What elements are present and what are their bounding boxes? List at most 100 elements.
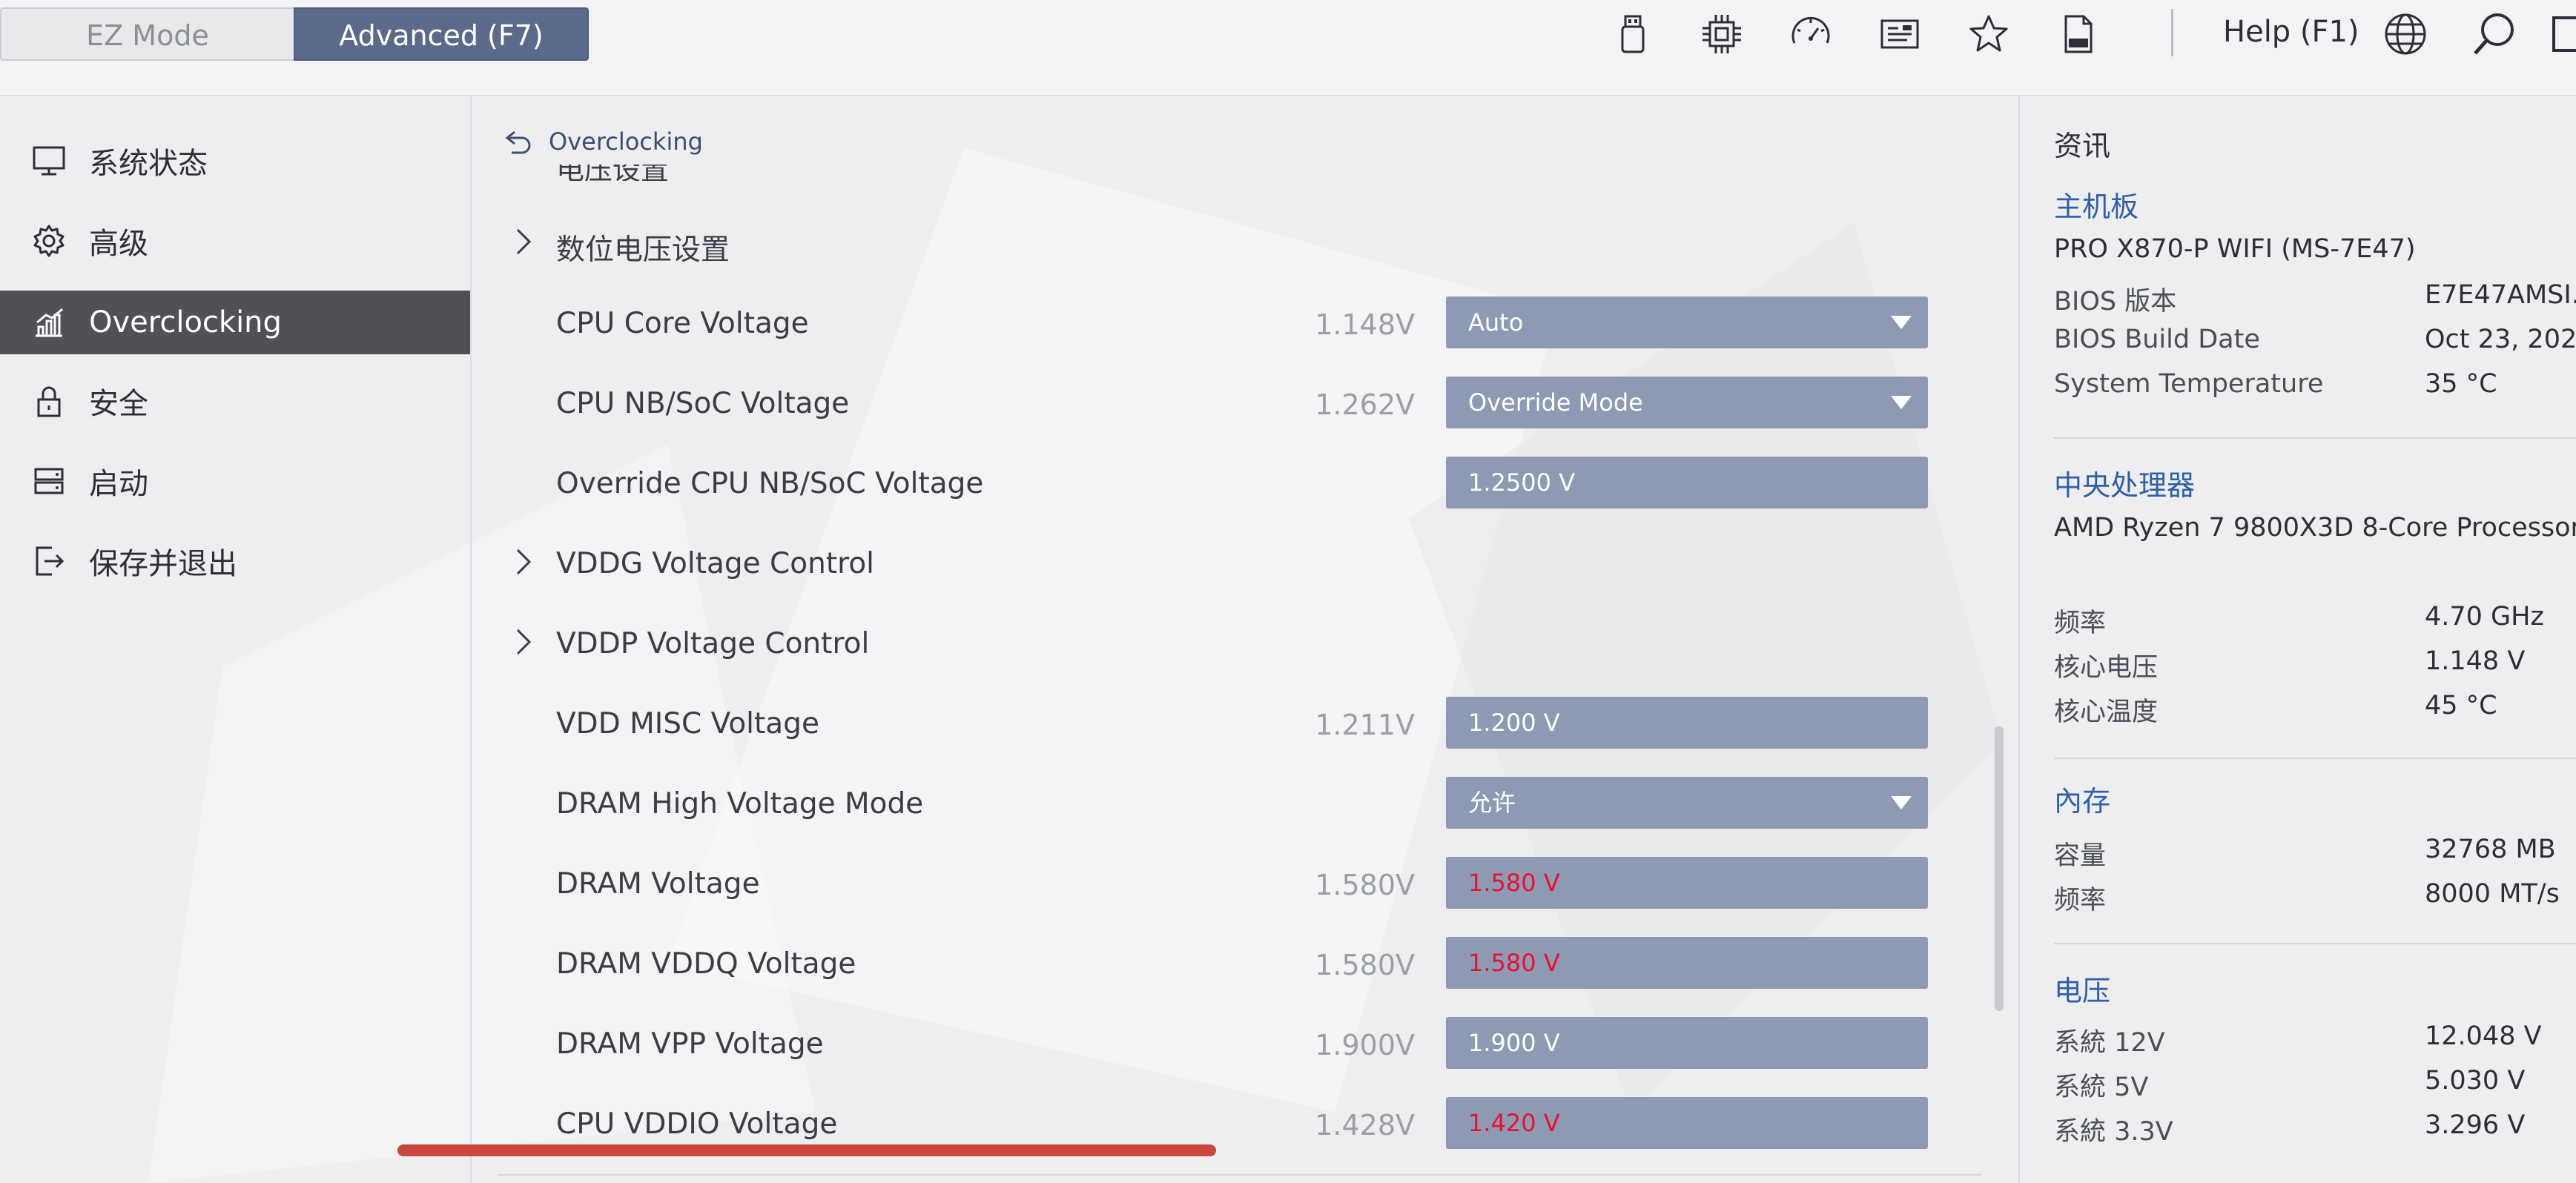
sidebar-item-boot[interactable]: 启动	[0, 449, 470, 513]
usb-flash-icon[interactable]	[1609, 10, 1657, 58]
sidebar-item-label: 安全	[89, 387, 148, 421]
setting-row-vddg[interactable]: VDDG Voltage Control	[472, 523, 2017, 603]
info-divider	[2054, 437, 2576, 439]
cpu-vddio-voltage-input[interactable]: 1.420 V	[1446, 1097, 1928, 1149]
setting-label: VDDG Voltage Control	[556, 547, 875, 580]
setting-label: CPU NB/SoC Voltage	[556, 387, 850, 420]
lock-icon	[30, 382, 68, 420]
toolbar-icons	[1609, 10, 2143, 58]
sidebar: 系统状态 高级 Overclocking 安全 启动 保存并退出	[0, 96, 472, 1183]
drive-icon	[30, 462, 68, 500]
favorite-star-icon[interactable]	[1965, 10, 2012, 58]
back-arrow-icon	[505, 130, 531, 154]
dram-vpp-voltage-input[interactable]: 1.900 V	[1446, 1017, 1928, 1069]
chevron-right-icon	[510, 227, 537, 256]
current-value: 1.211V	[1315, 709, 1415, 741]
field-value: 1.900 V	[1468, 1029, 1560, 1057]
log-file-icon[interactable]	[2054, 10, 2101, 58]
setting-label: 数位电压设置	[556, 233, 730, 267]
memory-capacity-value: 32768 MB	[2425, 835, 2556, 864]
system-temp-label: System Temperature	[2054, 369, 2324, 399]
cpu-core-voltage-select[interactable]: Auto	[1446, 296, 1928, 348]
setting-row-dram-vddq: DRAM VDDQ Voltage 1.580V 1.580 V	[472, 924, 2017, 1004]
sidebar-item-system-status[interactable]: 系统状态	[0, 129, 470, 193]
advanced-mode-tab[interactable]: Advanced (F7)	[294, 7, 589, 61]
dram-high-voltage-mode-select[interactable]: 允许	[1446, 777, 1928, 829]
setting-row-override-nb-soc: Override CPU NB/SoC Voltage 1.2500 V	[472, 443, 2017, 523]
setting-label: VDD MISC Voltage	[556, 707, 819, 740]
toolbar-divider	[2171, 9, 2173, 56]
bios-date-value: Oct 23, 2024	[2425, 325, 2576, 354]
partial-row-label: 电压设置	[556, 165, 670, 181]
setting-row-vdd-misc: VDD MISC Voltage 1.211V 1.200 V	[472, 683, 2017, 763]
gear-icon	[30, 222, 68, 260]
dropdown-arrow-icon	[1891, 796, 1912, 809]
bios-version-label: BIOS 版本	[2054, 287, 2177, 317]
board-explorer-icon[interactable]	[1876, 10, 1923, 58]
monitor-icon	[30, 142, 68, 180]
setting-label: DRAM VPP Voltage	[556, 1027, 824, 1061]
cpu-freq-label: 频率	[2054, 609, 2107, 638]
voltage-5v-value: 5.030 V	[2425, 1066, 2526, 1096]
breadcrumb-label: Overclocking	[549, 127, 703, 156]
speedometer-icon[interactable]	[1787, 10, 1834, 58]
top-bar: EZ Mode Advanced (F7) Help (F1)	[0, 0, 2576, 96]
setting-label: CPU Core Voltage	[556, 307, 809, 340]
memory-freq-value: 8000 MT/s	[2425, 879, 2560, 909]
motherboard-heading: 主机板	[2054, 190, 2139, 223]
field-value: 1.2500 V	[1468, 468, 1576, 497]
sidebar-item-save-exit[interactable]: 保存并退出	[0, 529, 470, 593]
core-temp-value: 45 °C	[2425, 691, 2497, 720]
memory-capacity-label: 容量	[2054, 841, 2107, 871]
voltage-12v-label: 系統 12V	[2054, 1028, 2165, 1058]
cpu-nb-soc-voltage-select[interactable]: Override Mode	[1446, 377, 1928, 428]
field-value: 允许	[1468, 789, 1516, 817]
field-value: 1.580 V	[1468, 869, 1560, 897]
search-icon[interactable]	[2471, 10, 2518, 58]
vdd-misc-voltage-input[interactable]: 1.200 V	[1446, 697, 1928, 749]
setting-label: Override CPU NB/SoC Voltage	[556, 467, 984, 500]
voltage-heading: 电压	[2054, 975, 2111, 1007]
setting-row-dram-vpp: DRAM VPP Voltage 1.900V 1.900 V	[472, 1004, 2017, 1084]
dram-vddq-voltage-input[interactable]: 1.580 V	[1446, 937, 1928, 989]
override-nb-soc-voltage-input[interactable]: 1.2500 V	[1446, 457, 1928, 508]
system-temp-value: 35 °C	[2425, 369, 2497, 399]
dropdown-arrow-icon	[1891, 316, 1912, 329]
screen-icon[interactable]	[2551, 10, 2576, 58]
cpu-chip-icon[interactable]	[1698, 10, 1746, 58]
bios-version-value: E7E47AMSI.	[2425, 280, 2576, 310]
field-value: 1.200 V	[1468, 709, 1560, 737]
globe-icon[interactable]	[2382, 10, 2429, 58]
field-value: Override Mode	[1468, 388, 1643, 417]
ez-mode-tab[interactable]: EZ Mode	[0, 7, 294, 61]
current-value: 1.900V	[1315, 1029, 1415, 1061]
setting-row-dram-voltage: DRAM Voltage 1.580V 1.580 V	[472, 844, 2017, 924]
setting-label: DRAM VDDQ Voltage	[556, 947, 856, 981]
current-value: 1.580V	[1315, 949, 1415, 981]
memory-freq-label: 频率	[2054, 886, 2107, 915]
scrollbar[interactable]	[1995, 726, 2004, 1011]
dram-voltage-input[interactable]: 1.580 V	[1446, 857, 1928, 909]
field-value: Auto	[1468, 308, 1524, 337]
voltage-12v-value: 12.048 V	[2425, 1021, 2542, 1051]
setting-row-cpu-core-voltage: CPU Core Voltage 1.148V Auto	[472, 283, 2017, 363]
memory-heading: 內存	[2054, 785, 2111, 818]
sidebar-item-label: Overclocking	[89, 305, 282, 339]
sidebar-item-security[interactable]: 安全	[0, 369, 470, 433]
info-divider	[2054, 943, 2576, 944]
voltage-33v-value: 3.296 V	[2425, 1110, 2526, 1140]
sidebar-item-advanced[interactable]: 高级	[0, 209, 470, 273]
breadcrumb[interactable]: Overclocking	[504, 127, 703, 156]
red-underline-annotation	[397, 1144, 1216, 1156]
help-button[interactable]: Help (F1)	[2223, 15, 2359, 49]
setting-row-vddp[interactable]: VDDP Voltage Control	[472, 603, 2017, 683]
core-temp-label: 核心温度	[2054, 697, 2159, 727]
sidebar-item-overclocking[interactable]: Overclocking	[0, 291, 470, 354]
panel-divider	[498, 1174, 1981, 1176]
info-title: 资讯	[2054, 130, 2111, 162]
voltage-5v-label: 系統 5V	[2054, 1073, 2149, 1102]
setting-label: DRAM Voltage	[556, 867, 760, 901]
setting-row-digital-voltage[interactable]: 数位电压设置	[472, 203, 2017, 283]
sidebar-item-label: 系统状态	[89, 147, 208, 181]
cpu-freq-value: 4.70 GHz	[2425, 602, 2544, 632]
